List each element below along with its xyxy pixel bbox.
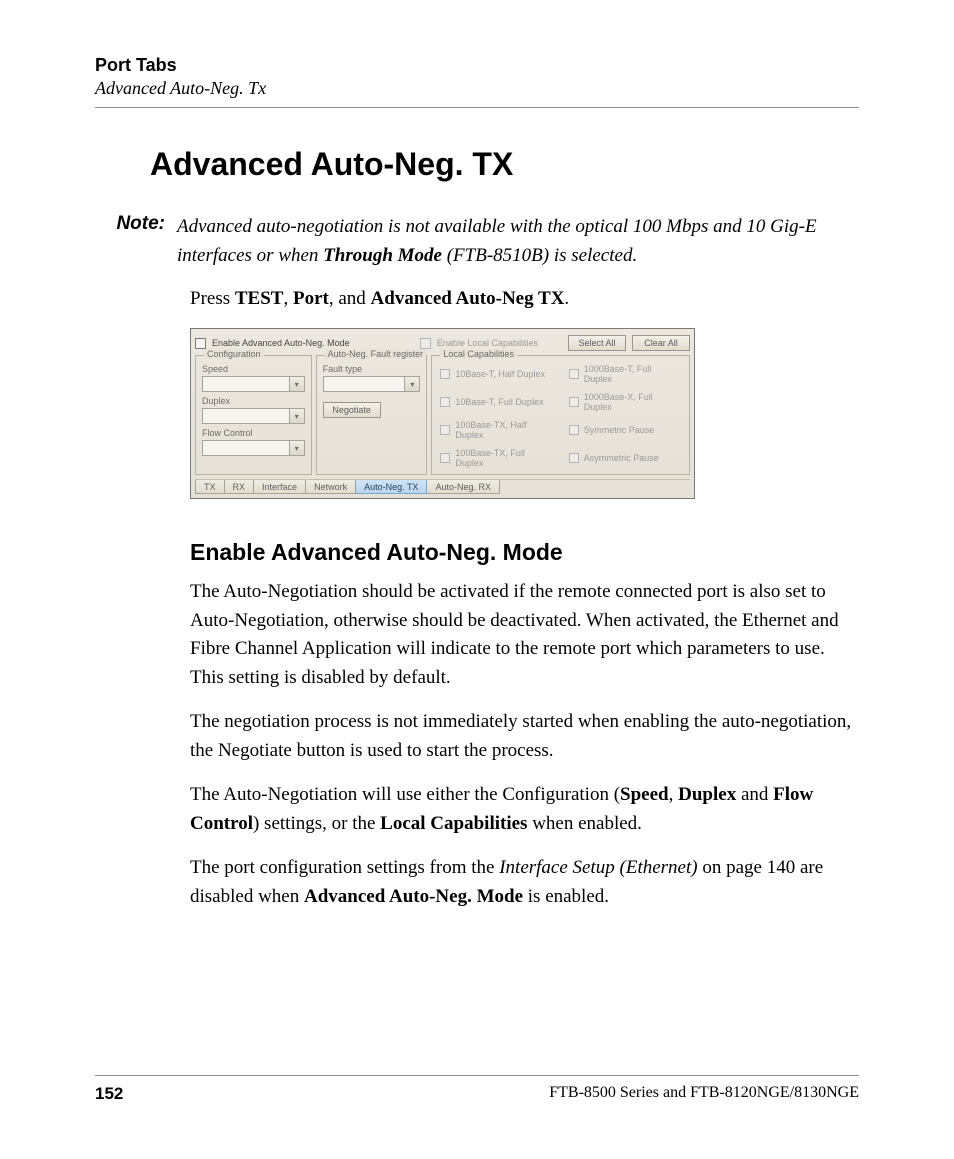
- tab-bar: TX RX Interface Network Auto-Neg. TX Aut…: [195, 479, 690, 494]
- page-title: Advanced Auto-Neg. TX: [150, 146, 859, 183]
- tab-rx[interactable]: RX: [224, 480, 255, 494]
- press-s1: ,: [283, 288, 293, 309]
- flow-control-dropdown[interactable]: ▾: [202, 440, 305, 456]
- p3-b4: Local Capabilities: [380, 813, 527, 834]
- p3-t2: ,: [669, 784, 679, 805]
- p4-b1: Advanced Auto-Neg. Mode: [304, 886, 523, 907]
- running-head-subsection: Advanced Auto-Neg. Tx: [95, 78, 859, 99]
- flow-control-label: Flow Control: [202, 428, 305, 438]
- note-label: Note:: [95, 213, 165, 270]
- cap-checkbox[interactable]: [440, 369, 450, 379]
- cap-1000bt-full: 1000Base-T, Full Duplex: [584, 364, 681, 384]
- header-rule: [95, 107, 859, 108]
- chevron-down-icon: ▾: [405, 376, 420, 392]
- p4-i1: Interface Setup (Ethernet): [499, 857, 697, 878]
- fault-type-label: Fault type: [323, 364, 421, 374]
- fault-register-group: Auto-Neg. Fault register Fault type ▾ Ne…: [316, 355, 428, 475]
- speed-dropdown[interactable]: ▾: [202, 376, 305, 392]
- press-b1: TEST: [235, 288, 284, 309]
- press-instruction: Press TEST, Port, and Advanced Auto-Neg …: [190, 288, 859, 310]
- enable-mode-label: Enable Advanced Auto-Neg. Mode: [212, 338, 350, 348]
- paragraph-2: The negotiation process is not immediate…: [190, 708, 859, 765]
- page-footer: 152 FTB-8500 Series and FTB-8120NGE/8130…: [95, 1075, 859, 1104]
- speed-label: Speed: [202, 364, 305, 374]
- configuration-group: Configuration Speed ▾ Duplex ▾ Flow Cont…: [195, 355, 312, 475]
- local-capabilities-group: Local Capabilities 10Base-T, Half Duplex…: [431, 355, 690, 475]
- tab-autoneg-rx[interactable]: Auto-Neg. RX: [426, 480, 500, 494]
- enable-local-label: Enable Local Capabilities: [437, 338, 538, 348]
- chevron-down-icon: ▾: [290, 408, 305, 424]
- footer-rule: [95, 1075, 859, 1076]
- configuration-legend: Configuration: [204, 349, 264, 359]
- select-all-button[interactable]: Select All: [568, 335, 626, 351]
- p4-t3: is enabled.: [523, 886, 609, 907]
- paragraph-3: The Auto-Negotiation will use either the…: [190, 781, 859, 838]
- p4-t1: The port configuration settings from the: [190, 857, 499, 878]
- tab-network[interactable]: Network: [305, 480, 356, 494]
- press-b2: Port: [293, 288, 329, 309]
- cap-checkbox[interactable]: [440, 397, 450, 407]
- cap-checkbox[interactable]: [569, 369, 579, 379]
- enable-local-checkbox[interactable]: [420, 338, 431, 349]
- fault-register-legend: Auto-Neg. Fault register: [325, 349, 427, 359]
- tab-tx[interactable]: TX: [195, 480, 225, 494]
- paragraph-4: The port configuration settings from the…: [190, 854, 859, 911]
- press-b3: Advanced Auto-Neg TX: [371, 288, 565, 309]
- press-pre: Press: [190, 288, 235, 309]
- cap-10bt-full: 10Base-T, Full Duplex: [455, 397, 543, 407]
- section-heading: Enable Advanced Auto-Neg. Mode: [190, 539, 859, 566]
- p3-t5: when enabled.: [527, 813, 641, 834]
- chevron-down-icon: ▾: [290, 376, 305, 392]
- chevron-down-icon: ▾: [290, 440, 305, 456]
- local-capabilities-legend: Local Capabilities: [440, 349, 517, 359]
- tab-interface[interactable]: Interface: [253, 480, 306, 494]
- cap-100btx-full: 100Base-TX, Full Duplex: [455, 448, 552, 468]
- p3-t4: ) settings, or the: [253, 813, 380, 834]
- duplex-dropdown[interactable]: ▾: [202, 408, 305, 424]
- p3-t1: The Auto-Negotiation will use either the…: [190, 784, 620, 805]
- cap-1000bx-full: 1000Base-X, Full Duplex: [584, 392, 681, 412]
- p3-t3: and: [736, 784, 773, 805]
- ui-screenshot-panel: Enable Advanced Auto-Neg. Mode Enable Lo…: [190, 328, 695, 499]
- p3-b1: Speed: [620, 784, 669, 805]
- cap-10bt-half: 10Base-T, Half Duplex: [455, 369, 545, 379]
- clear-all-button[interactable]: Clear All: [632, 335, 690, 351]
- press-end: .: [564, 288, 569, 309]
- press-s2: , and: [329, 288, 371, 309]
- negotiate-button[interactable]: Negotiate: [323, 402, 381, 418]
- note-block: Note: Advanced auto-negotiation is not a…: [95, 213, 859, 270]
- duplex-label: Duplex: [202, 396, 305, 406]
- paragraph-1: The Auto-Negotiation should be activated…: [190, 578, 859, 692]
- fault-type-dropdown[interactable]: ▾: [323, 376, 421, 392]
- cap-checkbox[interactable]: [440, 425, 450, 435]
- running-head-section: Port Tabs: [95, 55, 859, 76]
- note-text-bold: Through Mode: [323, 245, 442, 266]
- cap-checkbox[interactable]: [569, 425, 579, 435]
- cap-sym-pause: Symmetric Pause: [584, 425, 655, 435]
- cap-checkbox[interactable]: [569, 453, 579, 463]
- p3-b2: Duplex: [678, 784, 736, 805]
- cap-asym-pause: Asymmetric Pause: [584, 453, 659, 463]
- cap-100btx-half: 100Base-TX, Half Duplex: [455, 420, 552, 440]
- cap-checkbox[interactable]: [569, 397, 579, 407]
- note-text-post: (FTB-8510B) is selected.: [442, 245, 637, 266]
- page-number: 152: [95, 1084, 123, 1104]
- note-text: Advanced auto-negotiation is not availab…: [177, 213, 859, 270]
- cap-checkbox[interactable]: [440, 453, 450, 463]
- tab-autoneg-tx[interactable]: Auto-Neg. TX: [355, 480, 427, 494]
- document-id: FTB-8500 Series and FTB-8120NGE/8130NGE: [549, 1084, 859, 1104]
- enable-mode-checkbox[interactable]: [195, 338, 206, 349]
